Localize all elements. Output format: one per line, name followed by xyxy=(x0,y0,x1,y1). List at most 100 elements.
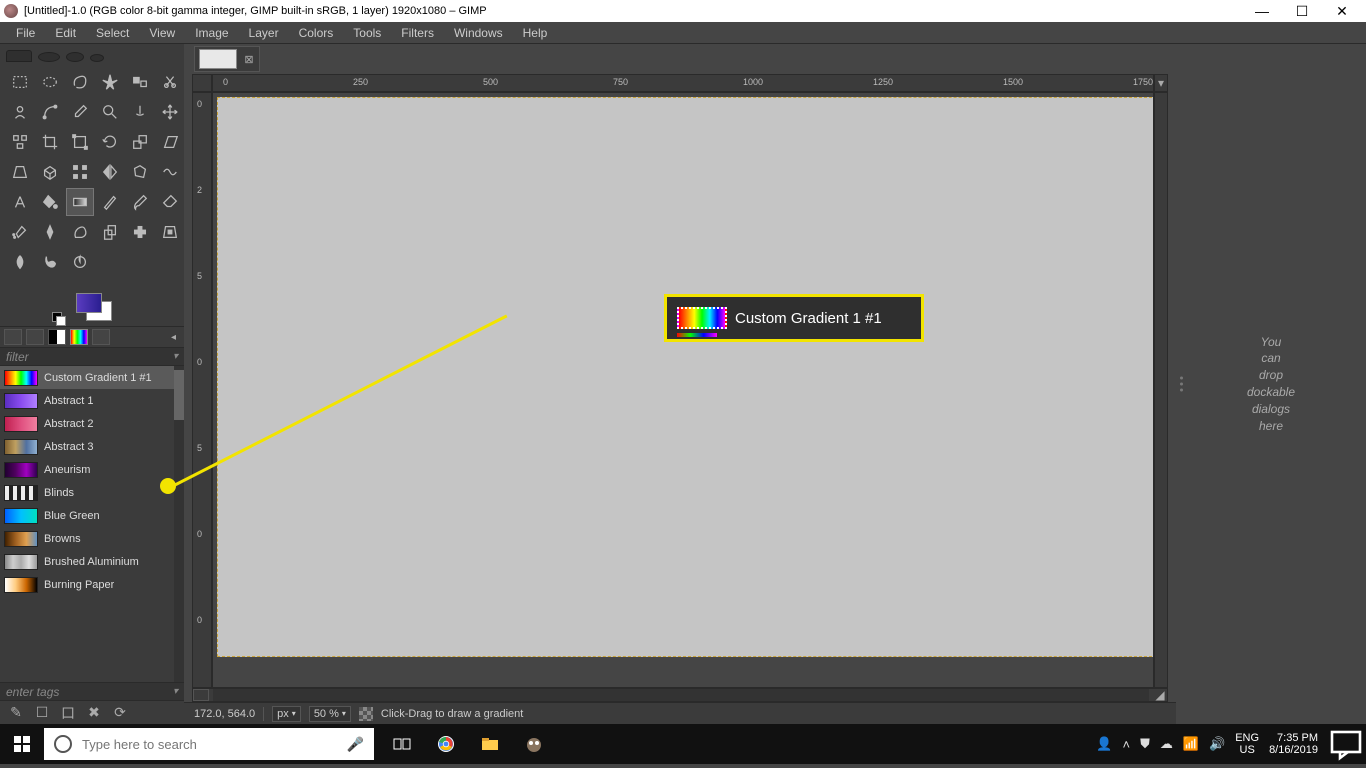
network-icon[interactable]: 📶 xyxy=(1183,736,1199,752)
move-tool[interactable] xyxy=(156,98,184,126)
menu-layer[interactable]: Layer xyxy=(239,24,289,42)
scissors-tool[interactable] xyxy=(156,68,184,96)
menu-select[interactable]: Select xyxy=(86,24,139,42)
right-dock[interactable]: Youcandropdockabledialogshere xyxy=(1176,44,1366,724)
unified-transform-tool[interactable] xyxy=(66,128,94,156)
fg-color-swatch[interactable] xyxy=(76,293,102,313)
canvas-image[interactable] xyxy=(217,97,1154,657)
menu-edit[interactable]: Edit xyxy=(45,24,86,42)
align-tool[interactable] xyxy=(6,128,34,156)
rotate-tool[interactable] xyxy=(96,128,124,156)
fuzzy-select-tool[interactable] xyxy=(96,68,124,96)
security-icon[interactable]: ⛊ xyxy=(1140,736,1150,752)
start-button[interactable] xyxy=(0,736,44,752)
clone-tool[interactable] xyxy=(96,218,124,246)
taskbar-search[interactable]: 🎤 xyxy=(44,728,374,760)
perspective-clone-tool[interactable] xyxy=(156,218,184,246)
canvas-viewport[interactable] xyxy=(212,92,1154,688)
close-tab-button[interactable]: ⊠ xyxy=(243,53,255,65)
flip-tool[interactable] xyxy=(96,158,124,186)
onedrive-icon[interactable]: ☁ xyxy=(1160,736,1173,752)
warp-tool[interactable] xyxy=(156,158,184,186)
crop-tool[interactable] xyxy=(36,128,64,156)
task-view-button[interactable] xyxy=(380,724,424,764)
language-indicator[interactable]: ENG US xyxy=(1235,732,1259,756)
menu-filters[interactable]: Filters xyxy=(391,24,444,42)
volume-icon[interactable]: 🔊 xyxy=(1209,736,1225,752)
3d-transform-tool[interactable] xyxy=(36,158,64,186)
foreground-select-tool[interactable] xyxy=(6,98,34,126)
paintbrush-tool[interactable] xyxy=(126,188,154,216)
shear-tool[interactable] xyxy=(156,128,184,156)
tray-chevron-icon[interactable]: ˄ xyxy=(1122,737,1130,752)
horizontal-scrollbar[interactable] xyxy=(213,689,1149,701)
cage-tool[interactable] xyxy=(126,158,154,186)
gradient-tool[interactable] xyxy=(66,188,94,216)
edit-gradient-button[interactable]: ✎ xyxy=(8,705,24,721)
action-center-button[interactable] xyxy=(1326,724,1366,764)
paths-tool[interactable] xyxy=(36,98,64,126)
zoom-selector[interactable]: 50 %▾ xyxy=(309,706,351,722)
gimp-taskbar-icon[interactable] xyxy=(512,724,556,764)
rect-select-tool[interactable] xyxy=(6,68,34,96)
quickmask-button[interactable] xyxy=(193,689,209,701)
ruler-horizontal[interactable]: 02505007501000125015001750 xyxy=(212,74,1154,92)
color-swatches[interactable] xyxy=(0,286,184,326)
ruler-vertical[interactable]: 0250500 xyxy=(192,92,212,688)
new-gradient-button[interactable]: ☐ xyxy=(34,705,50,721)
menu-tools[interactable]: Tools xyxy=(343,24,391,42)
ink-tool[interactable] xyxy=(36,218,64,246)
menu-help[interactable]: Help xyxy=(513,24,558,42)
bucket-fill-tool[interactable] xyxy=(36,188,64,216)
gradient-row[interactable]: Custom Gradient 1 #1 xyxy=(0,366,184,389)
mypaint-tool[interactable] xyxy=(66,218,94,246)
delete-gradient-button[interactable]: ✖ xyxy=(86,705,102,721)
gradient-row[interactable]: Aneurism xyxy=(0,458,184,481)
dodge-tool[interactable] xyxy=(66,248,94,276)
menu-colors[interactable]: Colors xyxy=(289,24,344,42)
blur-tool[interactable] xyxy=(6,248,34,276)
maximize-button[interactable]: ☐ xyxy=(1282,0,1322,22)
quickmask-toggle[interactable]: ▾ xyxy=(1154,74,1168,92)
menu-file[interactable]: File xyxy=(6,24,45,42)
brushes-tab[interactable] xyxy=(48,329,66,345)
dock-menu-button[interactable]: ◂ xyxy=(167,332,180,343)
device-status-tab[interactable] xyxy=(26,329,44,345)
free-select-tool[interactable] xyxy=(66,68,94,96)
vertical-scrollbar[interactable] xyxy=(1154,92,1168,688)
menu-view[interactable]: View xyxy=(139,24,185,42)
eraser-tool[interactable] xyxy=(156,188,184,216)
minimize-button[interactable]: — xyxy=(1242,0,1282,22)
search-input[interactable] xyxy=(82,737,337,752)
gradient-row[interactable]: Abstract 1 xyxy=(0,389,184,412)
handle-transform-tool[interactable] xyxy=(66,158,94,186)
gradient-row[interactable]: Browns xyxy=(0,527,184,550)
unit-selector[interactable]: px▾ xyxy=(272,706,301,722)
gradient-scrollbar[interactable] xyxy=(174,366,184,682)
text-tool[interactable] xyxy=(6,188,34,216)
airbrush-tool[interactable] xyxy=(6,218,34,246)
gradient-row[interactable]: Blinds xyxy=(0,481,184,504)
zoom-tool[interactable] xyxy=(96,98,124,126)
gradient-row[interactable]: Blue Green xyxy=(0,504,184,527)
patterns-tab[interactable] xyxy=(92,329,110,345)
by-color-select-tool[interactable] xyxy=(126,68,154,96)
document-tab[interactable]: ⊠ xyxy=(194,46,260,72)
pencil-tool[interactable] xyxy=(96,188,124,216)
smudge-tool[interactable] xyxy=(36,248,64,276)
close-button[interactable]: ✕ xyxy=(1322,0,1362,22)
heal-tool[interactable] xyxy=(126,218,154,246)
ellipse-select-tool[interactable] xyxy=(36,68,64,96)
gradient-tags[interactable]: enter tags ▾ xyxy=(0,682,184,700)
people-icon[interactable]: 👤 xyxy=(1096,736,1112,752)
menu-windows[interactable]: Windows xyxy=(444,24,513,42)
scale-tool[interactable] xyxy=(126,128,154,156)
gradient-row[interactable]: Abstract 3 xyxy=(0,435,184,458)
gradient-row[interactable]: Abstract 2 xyxy=(0,412,184,435)
chrome-taskbar-icon[interactable] xyxy=(424,724,468,764)
tool-options-tab[interactable] xyxy=(4,329,22,345)
refresh-gradient-button[interactable]: ⟳ xyxy=(112,705,128,721)
mic-icon[interactable]: 🎤 xyxy=(347,736,364,753)
perspective-tool[interactable] xyxy=(6,158,34,186)
dock-resize-handle[interactable] xyxy=(1180,377,1183,392)
